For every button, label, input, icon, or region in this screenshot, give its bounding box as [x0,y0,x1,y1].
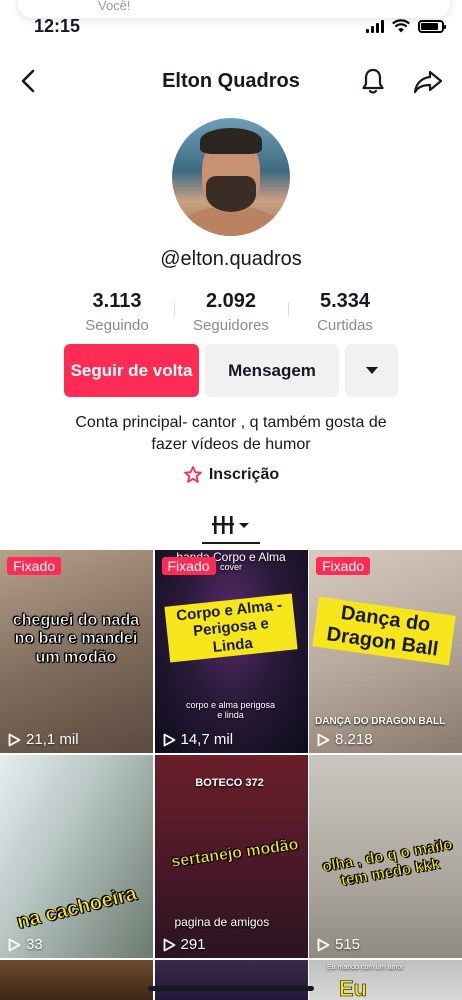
video-tile[interactable] [0,960,153,1000]
stat-label: Curtidas [317,317,373,334]
video-top-text: BOTECO 372 [195,777,264,789]
video-tile[interactable]: na cachoeira 33 [0,755,153,958]
avatar[interactable] [172,118,290,236]
view-count: 8.218 [317,731,373,748]
play-icon [8,938,21,951]
home-indicator[interactable] [148,986,314,991]
video-tile[interactable]: Fixado cheguei do nada no bar e mandei u… [0,550,153,753]
video-tile[interactable]: olha , do q o mailo tem medo kkk 515 [309,755,462,958]
video-caption: olha , do q o mailo tem medo kkk [321,835,454,890]
play-icon [163,733,175,746]
video-tile[interactable]: BOTECO 372 sertanejo modão pagina de ami… [154,755,308,958]
share-icon[interactable] [412,66,444,96]
video-top-text: Eu mando com um amor [327,964,404,971]
more-options-button[interactable] [345,344,398,397]
view-count-value: 21,1 mil [26,731,79,748]
play-icon [317,938,330,951]
view-count: 291 [163,936,206,953]
view-count: 33 [8,936,43,953]
video-bottom-text: corpo e alma perigosa e linda [185,700,276,720]
pinned-badge: Fixado [7,557,62,575]
subscription-link[interactable]: Inscrição [0,465,462,485]
status-time: 12:15 [34,16,81,36]
stat-value: 2.092 [205,290,257,312]
profile-bio: Conta principal- cantor , q também gosta… [0,412,462,456]
view-count-value: 33 [26,936,43,953]
subscription-star-icon [183,466,202,483]
videos-grid-tab-icon[interactable] [211,514,251,538]
video-tile[interactable] [154,960,308,1000]
view-count-value: 14,7 mil [180,731,234,748]
video-tile[interactable]: Fixado Dança do Dragon Ball DANÇA DO DRA… [309,550,462,753]
stat-likes[interactable]: 5.334 Curtidas [288,290,402,334]
view-count-value: 8.218 [335,731,373,748]
caret-down-icon [365,366,378,374]
stat-value: 5.334 [319,290,371,312]
stat-following[interactable]: 3.113 Seguindo [60,290,174,334]
subscription-label: Inscrição [208,466,280,483]
status-bar: 12:15 [0,0,462,44]
view-count: 21,1 mil [8,731,79,748]
page-title: Elton Quadros [162,70,300,92]
stat-value: 3.113 [92,290,142,312]
play-icon [317,733,330,746]
pinned-badge: Fixado [316,557,371,575]
bio-line: Conta principal- cantor , q também gosta… [75,414,387,431]
video-grid: Fixado cheguei do nada no bar e mandei u… [0,550,462,1000]
view-count-value: 291 [180,936,206,953]
video-bottom-text: pagina de amigos [174,915,270,929]
view-count: 14,7 mil [163,731,234,748]
bio-line: fazer vídeos de humor [151,436,311,453]
video-caption: sertanejo modão [169,836,300,871]
play-icon [163,938,175,951]
view-count: 515 [317,936,360,953]
video-tile[interactable]: banda Corpo e Alma cover Fixado Corpo e … [154,550,308,753]
signal-icon [366,19,384,33]
pinned-badge: Fixado [161,557,216,575]
profile-header: Elton Quadros [0,58,462,104]
profile-stats: 3.113 Seguindo 2.092 Seguidores 5.334 Cu… [60,290,402,334]
profile-actions: Seguir de volta Mensagem [64,344,398,397]
video-caption: Eu [339,976,368,1000]
play-icon [8,733,21,746]
message-button[interactable]: Mensagem [205,344,339,397]
stat-followers[interactable]: 2.092 Seguidores [174,290,288,334]
video-caption: na cachoeira [14,882,140,934]
video-caption: Dança do Dragon Ball [312,596,456,666]
video-bottom-text: DANÇA DO DRAGON BALL [315,716,446,727]
profile-handle: @elton.quadros [160,248,302,270]
video-tile[interactable]: Eu mando com um amor Eu [309,960,462,1000]
stat-label: Seguindo [85,317,149,334]
video-caption: Corpo e Alma - Perigosa e Linda [163,593,298,663]
stat-label: Seguidores [193,317,269,334]
wifi-icon [392,19,410,33]
content-tabs [0,510,462,546]
status-icons [366,19,446,33]
view-count-value: 515 [335,936,361,953]
video-caption: cheguei do nada no bar e mandei um modão [12,612,140,666]
follow-back-button[interactable]: Seguir de volta [64,344,199,397]
bell-icon[interactable] [358,66,388,96]
tab-indicator [202,542,260,544]
battery-icon [418,19,446,33]
